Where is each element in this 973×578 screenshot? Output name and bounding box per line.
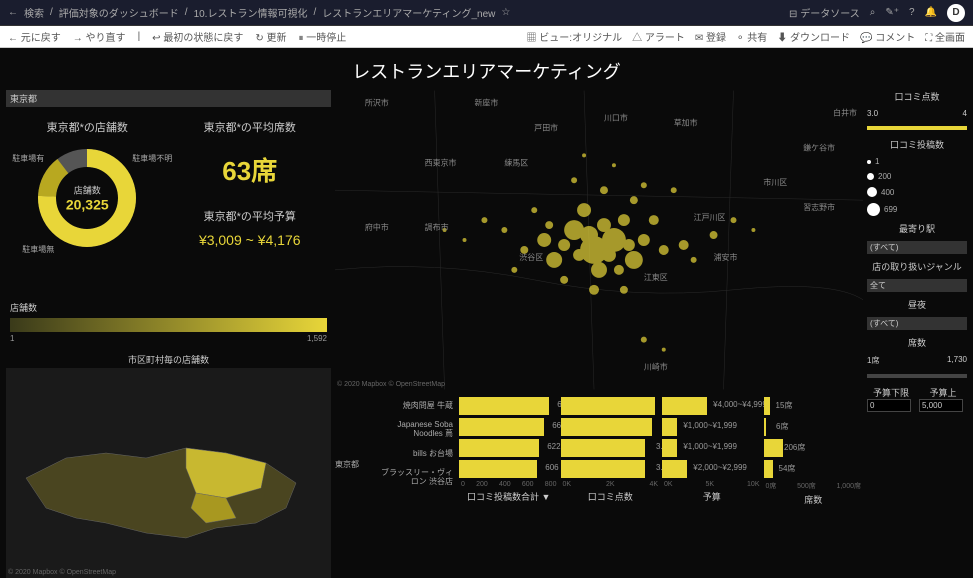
refresh-button[interactable]: ↻ 更新 (255, 29, 286, 44)
pause-button[interactable]: ⏸ 一時停止 (299, 29, 347, 44)
share-button[interactable]: ⚬ 共有 (736, 29, 767, 44)
city-narashino: 習志野市 (803, 202, 835, 212)
bc-search[interactable]: 検索 (24, 5, 44, 20)
restaurant-1: Japanese Soba Noodles 蔦 (377, 421, 453, 439)
chart-seats[interactable]: 15席 6席 206席 54席 0席500席1,000席 席数 (764, 394, 864, 534)
city-shibuya: 渋谷区 (519, 252, 543, 262)
fullscreen-button[interactable]: ⛶ 全画面 (925, 29, 965, 44)
slider-min: 1 (10, 334, 14, 343)
choropleth-header: 市区町村毎の店舗数 (6, 351, 331, 368)
subscribe-button[interactable]: ✉ 登録 (695, 29, 726, 44)
header-tools: ⊟ データソース ⌕ ✎⁺ ? 🔔 D (789, 4, 965, 22)
choropleth-map[interactable]: © 2020 Mapbox © OpenStreetMap (6, 368, 331, 578)
city-koto: 江東区 (644, 272, 668, 282)
city-chofu: 調布市 (425, 222, 449, 232)
toolbar: ← 元に戻す → やり直す| ↩ 最初の状態に戻す ↻ 更新 ⏸ 一時停止 ▦ … (0, 26, 973, 48)
seats-header: 東京都*の平均席数 (169, 111, 332, 139)
filters-panel: 口コミ点数 3.04 口コミ投稿数 1 200 400 699 最寄り駅 (すべ… (867, 90, 967, 578)
budget-value: ¥3,009 ~ ¥4,176 (169, 228, 332, 252)
budget-high-header: 予算上 (919, 386, 967, 399)
score-filter-header: 口コミ点数 (867, 90, 967, 103)
city-edogawa: 江戸川区 (694, 213, 726, 222)
back-icon[interactable]: ← (8, 7, 18, 18)
chart-budget[interactable]: ¥4,000~¥4,999 ¥1,000~¥1,999 ¥1,000~¥1,99… (662, 394, 762, 534)
bar-charts: 東京都 焼肉問屋 牛蔵 Japanese Soba Noodles 蔦 bill… (335, 394, 863, 534)
chart2-title: 口コミ点数 (561, 488, 661, 503)
bc-workbook[interactable]: 10.レストラン情報可視化 (194, 5, 308, 20)
park-yes-label: 駐車場有 (12, 153, 44, 164)
budget-low-header: 予算下限 (867, 386, 915, 399)
posts-filter-header: 口コミ投稿数 (867, 138, 967, 151)
edit-icon[interactable]: ✎⁺ (885, 7, 899, 18)
score-slider[interactable] (867, 126, 967, 130)
city-kawaguchi: 川口市 (604, 112, 628, 122)
time-select[interactable]: (すべて) (867, 317, 967, 330)
restaurant-0: 焼肉問屋 牛蔵 (377, 402, 453, 411)
budget-header: 東京都*の平均予算 (169, 200, 332, 228)
donut-label: 店舗数 (66, 184, 109, 197)
chart4-title: 席数 (764, 491, 864, 506)
help-icon[interactable]: ? (909, 7, 915, 18)
city-nerima: 練馬区 (504, 157, 528, 167)
stores-slider-header: 店舗数 (10, 299, 327, 316)
header-bar: ← 検索/ 評価対象のダッシュボード/ 10.レストラン情報可視化/ レストラン… (0, 0, 973, 26)
seats-value: 63席 (169, 139, 332, 200)
city-niiza: 新座市 (474, 98, 498, 108)
revert-button[interactable]: ↩ 最初の状態に戻す (152, 29, 243, 44)
restaurant-2: bills お台場 (377, 450, 453, 459)
station-select[interactable]: (すべて) (867, 241, 967, 254)
donut-chart[interactable]: 店舗数 20,325 駐車場有 駐車場不明 駐車場無 (32, 143, 142, 253)
star-icon[interactable]: ☆ (501, 7, 510, 18)
time-filter-header: 昼夜 (867, 298, 967, 311)
stores-header: 東京都*の店舗数 (6, 111, 169, 139)
chart-prefecture: 東京都 (335, 459, 375, 470)
seats-filter-header: 席数 (867, 336, 967, 349)
city-kamagaya: 鎌ケ谷市 (803, 142, 835, 152)
breadcrumb: ← 検索/ 評価対象のダッシュボード/ 10.レストラン情報可視化/ レストラン… (8, 5, 789, 20)
datasource-link[interactable]: ⊟ データソース (789, 5, 860, 20)
bell-icon[interactable]: 🔔 (925, 7, 937, 18)
map2-attribution: © 2020 Mapbox © OpenStreetMap (337, 381, 445, 388)
alert-button[interactable]: △ アラート (632, 29, 685, 44)
restaurant-3: ブラッスリー・ヴィロン 渋谷店 (377, 469, 453, 487)
page-title: レストランエリアマーケティング (6, 52, 967, 90)
city-urayasu: 浦安市 (714, 252, 738, 262)
stores-slider[interactable] (10, 318, 327, 332)
map-attribution: © 2020 Mapbox © OpenStreetMap (8, 569, 116, 576)
city-kawasaki: 川崎市 (644, 362, 668, 372)
donut-value: 20,325 (66, 197, 109, 213)
seats-slider[interactable] (867, 374, 967, 378)
slider-max: 1,592 (307, 334, 327, 343)
redo-button[interactable]: → やり直す (73, 29, 126, 44)
city-shiroi: 白井市 (833, 107, 857, 117)
genre-filter-header: 店の取り扱いジャンル (867, 260, 967, 273)
park-unk-label: 駐車場不明 (132, 153, 172, 164)
view-button[interactable]: ▦ ビュー:オリジナル (527, 29, 623, 44)
city-toda: 戸田市 (534, 122, 558, 132)
chart-reviews[interactable]: 698 664 622 606 0200400600800 口コミ投稿数合計 ▼ (459, 394, 559, 534)
city-fuchu: 府中市 (365, 222, 389, 232)
comment-button[interactable]: 💬 コメント (860, 29, 915, 44)
city-soka: 草加市 (674, 117, 698, 127)
search-icon[interactable]: ⌕ (870, 7, 876, 18)
bc-eval[interactable]: 評価対象のダッシュボード (59, 5, 179, 20)
genre-select[interactable]: 全て (867, 279, 967, 292)
region-selector[interactable]: 東京都 (6, 90, 331, 107)
budget-low-input[interactable] (867, 399, 911, 412)
city-ichikawa: 市川区 (763, 177, 787, 187)
undo-button[interactable]: ← 元に戻す (8, 29, 61, 44)
station-filter-header: 最寄り駅 (867, 222, 967, 235)
chart-score[interactable]: 4.0 3.9 3.6 3.6 0K2K4K 口コミ点数 (561, 394, 661, 534)
bc-sheet[interactable]: レストランエリアマーケティング_new (322, 5, 495, 20)
avatar[interactable]: D (947, 4, 965, 22)
city-nishitokyo: 西東京市 (425, 157, 457, 167)
chart3-title: 予算 (662, 488, 762, 503)
main-map[interactable]: 所沢市 新座市 戸田市 川口市 草加市 西東京市 練馬区 渋谷区 府中市 調布市… (335, 90, 863, 390)
city-tokorozawa: 所沢市 (365, 98, 389, 108)
download-button[interactable]: ⬇ ダウンロード (777, 29, 850, 44)
chart1-title: 口コミ投稿数合計 ▼ (459, 488, 559, 503)
park-no-label: 駐車場無 (22, 244, 54, 255)
budget-high-input[interactable] (919, 399, 963, 412)
